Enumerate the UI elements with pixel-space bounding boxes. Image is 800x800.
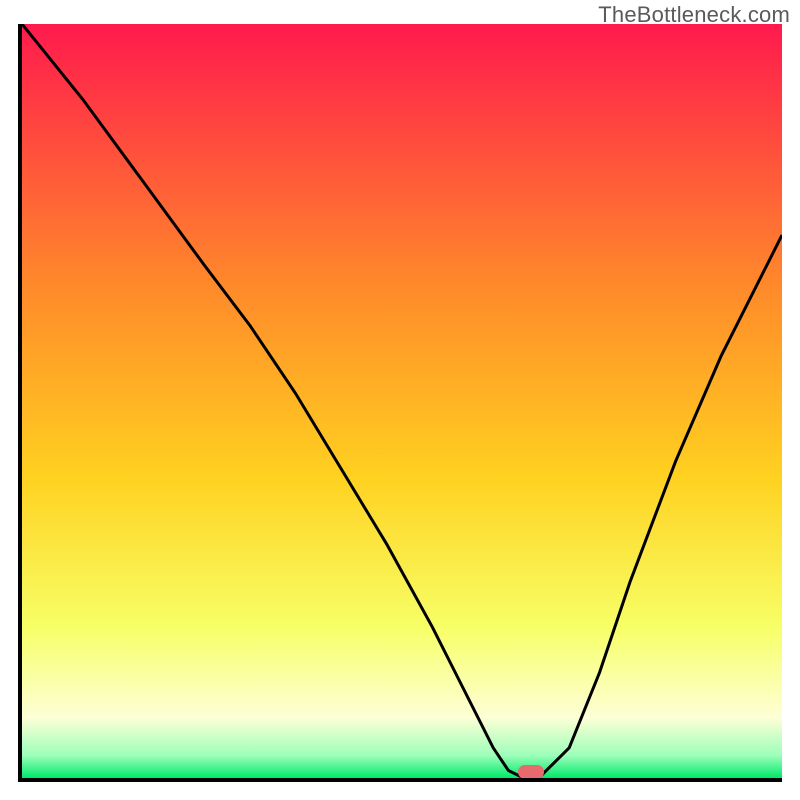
optimal-marker <box>518 765 544 779</box>
plot-area <box>18 24 782 782</box>
chart-container: TheBottleneck.com <box>0 0 800 800</box>
bottleneck-curve <box>22 24 782 778</box>
